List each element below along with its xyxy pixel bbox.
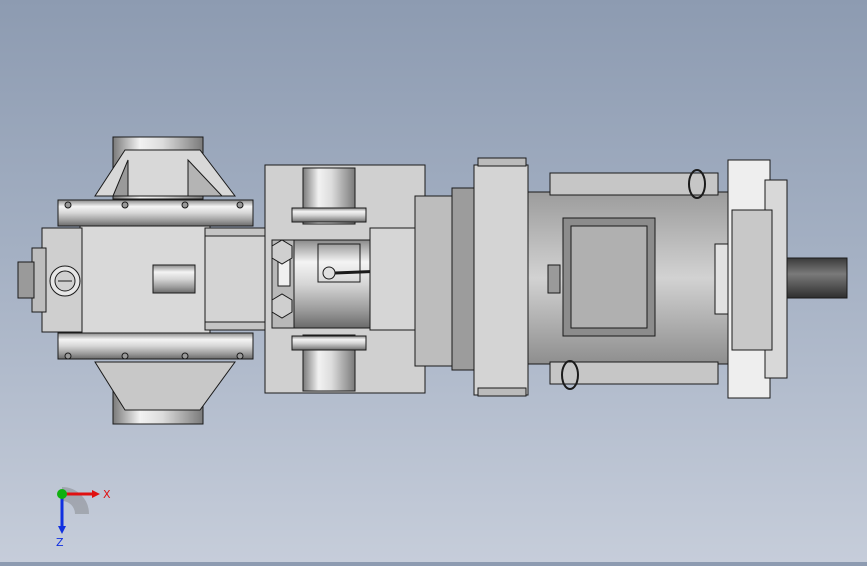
motor-body[interactable] <box>527 169 730 390</box>
cad-viewport[interactable] <box>0 0 867 562</box>
motor-end-flange[interactable] <box>727 159 788 399</box>
assembly-model[interactable] <box>0 0 867 562</box>
bearing-flange[interactable] <box>451 157 529 397</box>
orientation-triad[interactable]: X Z <box>48 480 118 550</box>
coupling-frame[interactable] <box>264 164 456 394</box>
x-axis-label: X <box>103 488 111 501</box>
z-axis-label: Z <box>56 536 64 549</box>
y-axis-marker <box>57 489 67 499</box>
output-shaft[interactable] <box>786 257 848 299</box>
